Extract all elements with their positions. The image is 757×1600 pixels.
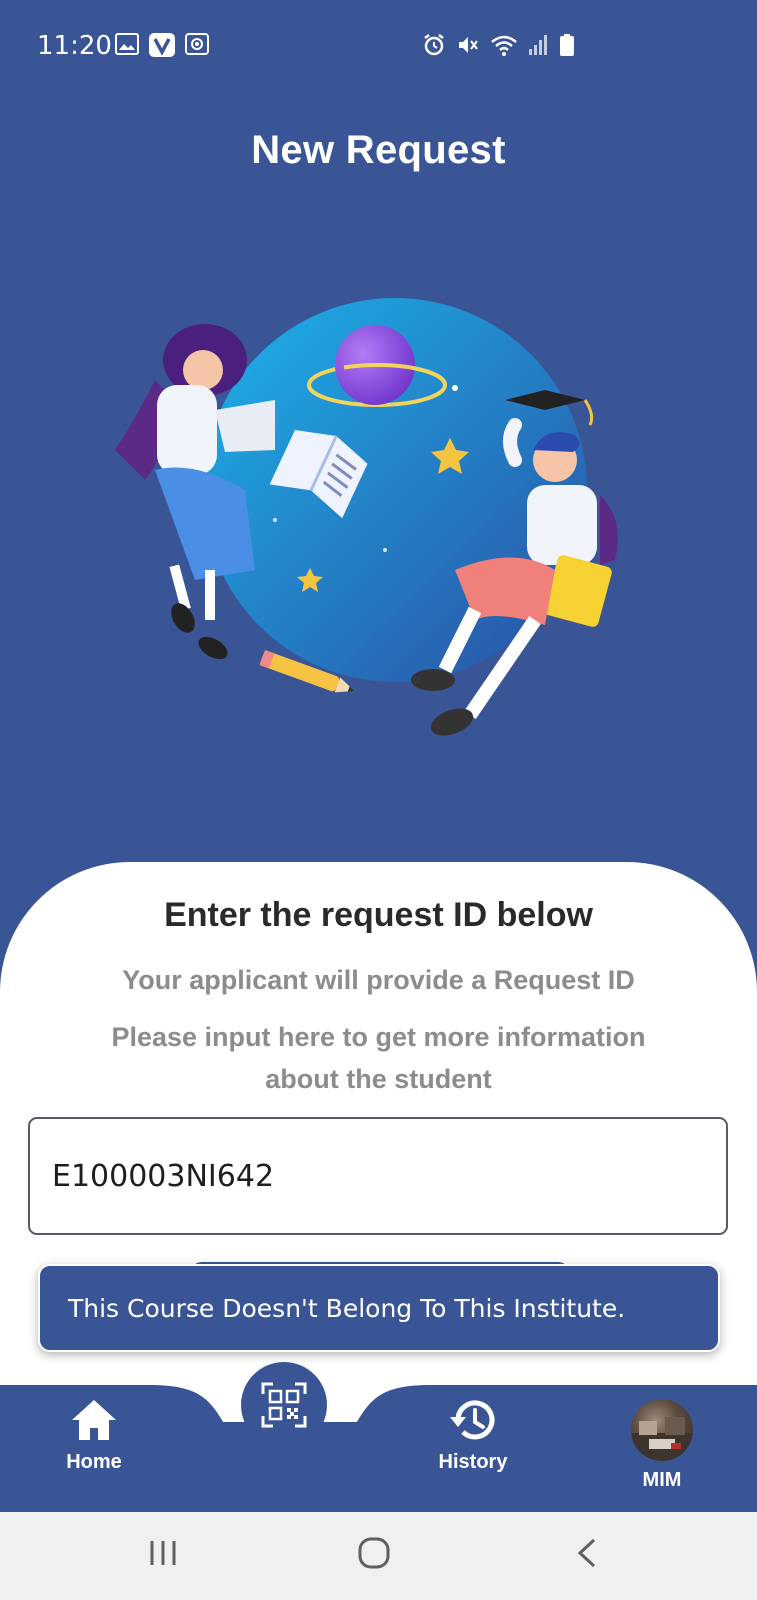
status-time: 11:20	[37, 31, 112, 61]
image-icon	[115, 33, 139, 55]
sheet-subtitle-1: Your applicant will provide a Request ID	[122, 965, 635, 995]
status-bar: 11:20	[0, 0, 757, 92]
nav-home[interactable]: Home	[19, 1397, 169, 1507]
error-snackbar: This Course Doesn't Belong To This Insti…	[38, 1264, 720, 1352]
mute-icon	[459, 37, 478, 53]
sheet-subtitle-2-line2: about the student	[265, 1064, 492, 1094]
wifi-icon	[491, 35, 517, 56]
screen-record-icon	[185, 33, 209, 55]
qr-scan-button[interactable]	[241, 1362, 327, 1448]
sheet-subtitle-2-line1: Please input here to get more informatio…	[111, 1022, 646, 1052]
back-icon[interactable]	[576, 1538, 598, 1568]
home-icon	[72, 1400, 116, 1440]
avatar	[631, 1399, 693, 1461]
nav-history[interactable]: History	[398, 1397, 548, 1507]
signal-icon	[529, 35, 547, 55]
nav-home-label: Home	[66, 1451, 122, 1473]
v-app-icon	[149, 33, 175, 57]
qr-scan-icon	[261, 1382, 307, 1428]
students-illustration	[115, 298, 618, 736]
recent-apps-icon[interactable]	[148, 1538, 178, 1568]
history-icon	[450, 1400, 495, 1440]
nav-history-label: History	[438, 1451, 508, 1473]
page-title: New Request	[251, 128, 506, 172]
request-id-input[interactable]	[28, 1117, 728, 1235]
avatar-photo	[631, 1417, 693, 1461]
alarm-icon	[424, 34, 444, 56]
nav-profile[interactable]: MIM	[587, 1397, 737, 1507]
sheet-heading: Enter the request ID below	[164, 896, 593, 934]
nav-profile-label: MIM	[642, 1469, 682, 1491]
home-circle-icon[interactable]	[358, 1537, 390, 1569]
snackbar-message: This Course Doesn't Belong To This Insti…	[68, 1293, 626, 1323]
battery-icon	[560, 34, 574, 56]
